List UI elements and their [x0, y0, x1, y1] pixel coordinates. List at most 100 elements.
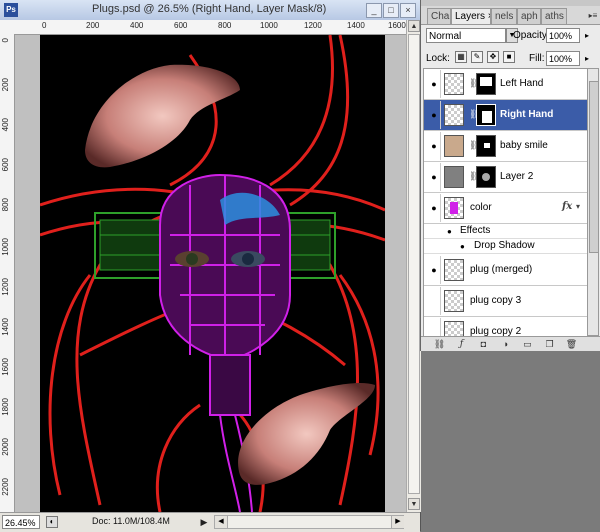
- layer-thumbnail: [444, 73, 464, 95]
- eye-icon[interactable]: ●: [429, 111, 439, 120]
- new-layer-icon[interactable]: ❐: [543, 338, 556, 350]
- layer-mask-thumbnail[interactable]: [476, 73, 496, 95]
- ruler-tick-label: 400: [130, 21, 144, 30]
- lock-image-pixels-icon[interactable]: ✎: [471, 51, 483, 63]
- scroll-left-arrow-icon[interactable]: ◀: [215, 516, 228, 528]
- layers-scroll-thumb[interactable]: [589, 81, 599, 253]
- new-group-icon[interactable]: ▭: [521, 338, 534, 350]
- tab-paths[interactable]: aths: [541, 8, 567, 24]
- lock-position-icon[interactable]: ✥: [487, 51, 499, 63]
- ruler-tick-label: 200: [1, 78, 10, 92]
- delete-layer-icon[interactable]: 🗑: [565, 338, 578, 350]
- ruler-tick-label: 1600: [1, 358, 10, 376]
- layer-thumbnail: [444, 197, 464, 219]
- ruler-tick-label: 800: [218, 21, 232, 30]
- panel-menu-icon[interactable]: ▸≡: [587, 10, 599, 22]
- layer-row-color[interactable]: ● color fx ▾: [424, 193, 588, 224]
- ruler-horizontal[interactable]: 0 200 400 600 800 1000 1200 1400 1600: [14, 20, 406, 35]
- expand-effects-icon[interactable]: ▾: [576, 202, 580, 211]
- eye-icon[interactable]: ●: [429, 80, 439, 89]
- eye-icon[interactable]: ●: [460, 242, 465, 251]
- effects-row[interactable]: ● Effects: [424, 224, 588, 239]
- layer-name: baby smile: [500, 140, 548, 151]
- layer-row-layer-2[interactable]: ● ⛓ Layer 2: [424, 162, 588, 193]
- layer-row-right-hand[interactable]: ● ⛓ Right Hand: [424, 100, 588, 131]
- close-button[interactable]: ×: [400, 3, 416, 18]
- canvas-pasteboard[interactable]: [15, 35, 406, 512]
- lock-all-icon[interactable]: ■: [503, 51, 515, 63]
- eye-icon[interactable]: ●: [429, 173, 439, 182]
- status-menu-arrow-icon[interactable]: ▶: [198, 516, 210, 528]
- zoom-level-field[interactable]: 26.45%: [2, 515, 40, 529]
- ruler-tick-label: 1400: [1, 318, 10, 336]
- opacity-field[interactable]: 100%: [546, 28, 580, 43]
- layers-list: ● ⛓ Left Hand ● ⛓ Right Hand ● ⛓ baby sm…: [423, 68, 589, 338]
- tab-paragraph[interactable]: aph: [517, 8, 541, 24]
- document-title: Plugs.psd @ 26.5% (Right Hand, Layer Mas…: [92, 3, 327, 15]
- maximize-button[interactable]: □: [383, 3, 399, 18]
- layer-row-plug-copy-3[interactable]: plug copy 3: [424, 286, 588, 317]
- scroll-thumb[interactable]: [408, 34, 420, 494]
- drop-shadow-row[interactable]: ● Drop Shadow: [424, 239, 588, 254]
- artwork-image: [40, 35, 385, 512]
- lock-transparent-pixels-icon[interactable]: ▦: [455, 51, 467, 63]
- layer-thumbnail: [444, 104, 464, 126]
- tab-channels[interactable]: nels: [491, 8, 517, 24]
- ruler-tick-label: 1000: [260, 21, 278, 30]
- add-layer-style-icon[interactable]: ƒ: [455, 338, 468, 350]
- ruler-origin[interactable]: [0, 20, 15, 35]
- layer-thumbnail: [444, 166, 464, 188]
- layer-mask-thumbnail[interactable]: [476, 104, 496, 126]
- tab-character[interactable]: Char: [427, 8, 451, 24]
- add-layer-mask-icon[interactable]: ◘: [477, 338, 490, 350]
- ruler-tick-label: 1000: [1, 238, 10, 256]
- layer-name: Left Hand: [500, 78, 544, 89]
- blend-mode-select[interactable]: Normal: [426, 28, 506, 43]
- eye-icon[interactable]: ●: [429, 266, 439, 275]
- scroll-up-arrow-icon[interactable]: ▲: [408, 20, 420, 32]
- ruler-tick-label: 1800: [1, 398, 10, 416]
- layer-row-plug-copy-2[interactable]: plug copy 2: [424, 317, 588, 337]
- ruler-tick-label: 600: [1, 158, 10, 172]
- layer-mask-thumbnail[interactable]: [476, 166, 496, 188]
- lock-label: Lock:: [426, 53, 450, 64]
- scroll-down-arrow-icon[interactable]: ▼: [408, 498, 420, 510]
- horizontal-scrollbar[interactable]: ◀ ▶: [214, 515, 404, 529]
- new-adjustment-layer-icon[interactable]: ◑: [499, 338, 512, 350]
- minimize-button[interactable]: _: [366, 3, 382, 18]
- link-layers-icon[interactable]: ⛓: [433, 338, 446, 350]
- document-window: Ps Plugs.psd @ 26.5% (Right Hand, Layer …: [0, 0, 421, 532]
- layers-scrollbar[interactable]: [587, 68, 599, 336]
- eye-icon[interactable]: ●: [429, 142, 439, 151]
- layer-mask-thumbnail[interactable]: [476, 135, 496, 157]
- fx-icon[interactable]: fx: [562, 201, 572, 212]
- layer-name: color: [470, 202, 492, 213]
- document-size-info[interactable]: Doc: 11.0M/108.4M: [92, 516, 170, 526]
- ruler-vertical[interactable]: 0 200 400 600 800 1000 1200 1400 1600 18…: [0, 34, 15, 512]
- status-options-icon[interactable]: ◐: [46, 516, 58, 528]
- opacity-slider-arrow-icon[interactable]: ▸: [581, 28, 593, 43]
- layer-row-baby-smile[interactable]: ● ⛓ baby smile: [424, 131, 588, 162]
- layer-thumbnail: [444, 290, 464, 312]
- vertical-scrollbar[interactable]: ▲ ▼: [406, 20, 421, 512]
- ruler-tick-label: 1400: [347, 21, 365, 30]
- tab-layers[interactable]: Layers ×: [451, 8, 491, 24]
- ruler-tick-label: 1200: [1, 278, 10, 296]
- drop-shadow-label: Drop Shadow: [474, 240, 535, 251]
- fill-field[interactable]: 100%: [546, 51, 580, 66]
- layer-row-plug-merged[interactable]: ● plug (merged): [424, 255, 588, 286]
- visibility-cell: ●: [425, 163, 441, 191]
- layer-row-left-hand[interactable]: ● ⛓ Left Hand: [424, 69, 588, 100]
- ruler-tick-label: 200: [86, 21, 100, 30]
- ruler-tick-label: 800: [1, 198, 10, 212]
- photoshop-document-icon: Ps: [4, 3, 18, 17]
- image-canvas[interactable]: [40, 35, 385, 512]
- document-title-bar[interactable]: Ps Plugs.psd @ 26.5% (Right Hand, Layer …: [0, 0, 420, 21]
- scroll-right-arrow-icon[interactable]: ▶: [391, 516, 404, 528]
- fill-slider-arrow-icon[interactable]: ▸: [581, 51, 593, 66]
- eye-icon[interactable]: ●: [447, 227, 452, 236]
- eye-icon[interactable]: ●: [429, 204, 439, 213]
- ruler-tick-label: 0: [42, 21, 47, 30]
- layer-name: Layer 2: [500, 171, 534, 182]
- ruler-tick-label: 1600: [388, 21, 406, 30]
